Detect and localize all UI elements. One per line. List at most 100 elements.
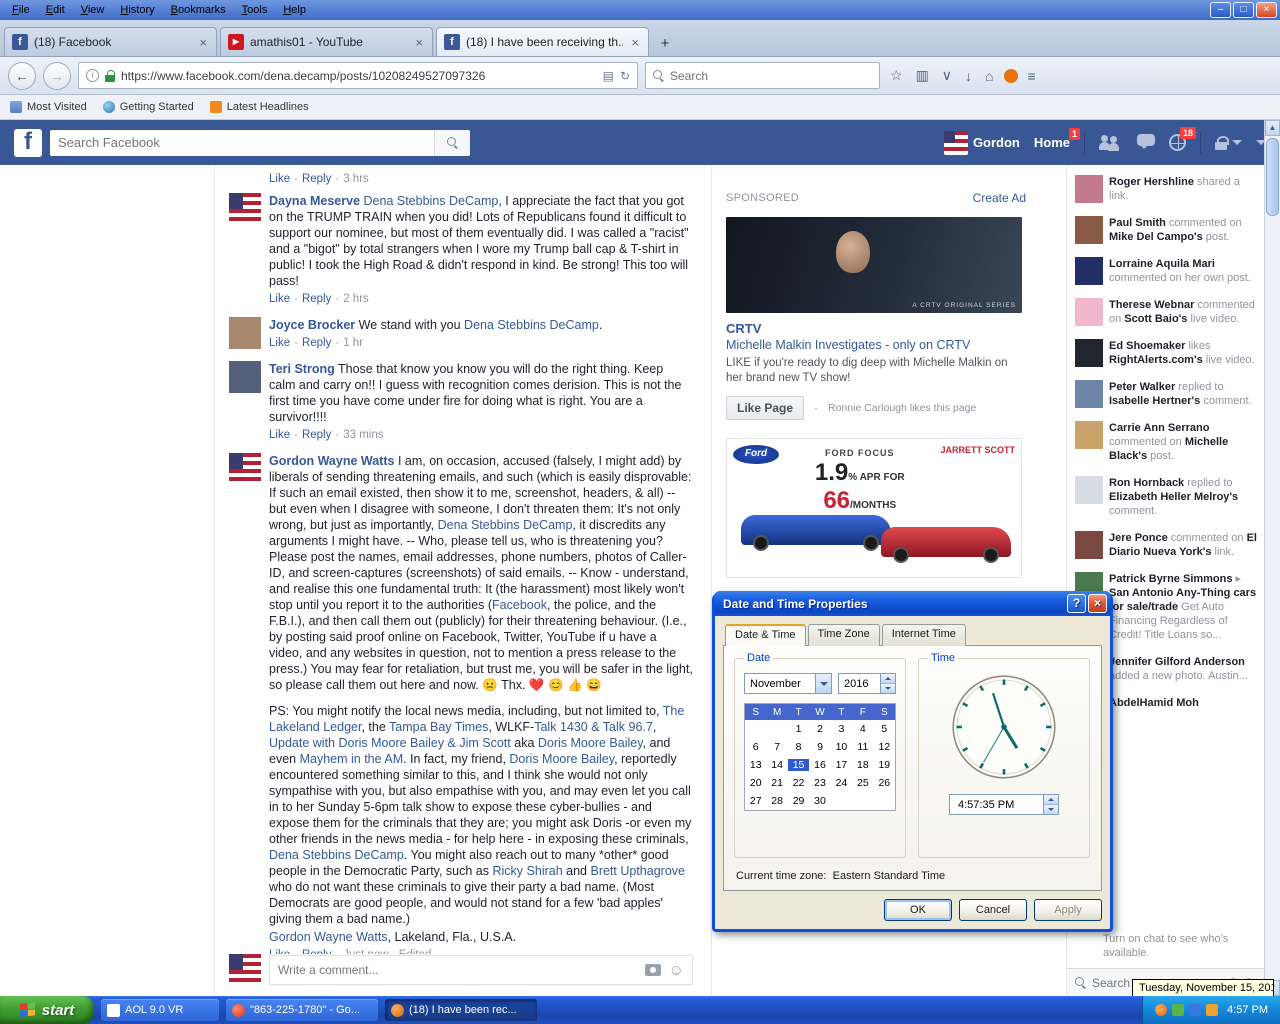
calendar-day[interactable]: 20 — [745, 777, 766, 789]
apply-button[interactable]: Apply — [1034, 899, 1102, 921]
restore-button[interactable]: □ — [1233, 2, 1254, 18]
ticker-object[interactable]: Elizabeth Heller Melroy's — [1109, 491, 1238, 503]
minimize-button[interactable]: – — [1210, 2, 1231, 18]
ticker-actor[interactable]: Paul Smith — [1109, 217, 1166, 229]
calendar-day[interactable]: 2 — [809, 723, 830, 735]
facebook-search-bar[interactable] — [50, 130, 470, 156]
month-dropdown-icon[interactable] — [815, 674, 831, 693]
ticker-item[interactable]: Carrie Ann Serrano commented on Michelle… — [1075, 421, 1258, 463]
ticker-actor[interactable]: Jere Ponce — [1109, 532, 1168, 544]
calendar-day[interactable]: 6 — [745, 741, 766, 753]
ticker-actor[interactable]: Jennifer Gilford Anderson — [1109, 656, 1245, 668]
hamburger-menu-icon[interactable]: ≡ — [1025, 68, 1039, 84]
calendar-day[interactable]: 21 — [766, 777, 787, 789]
addon-icon[interactable] — [1004, 69, 1018, 83]
time-up-button[interactable] — [1044, 795, 1058, 804]
ticker-object[interactable]: Mike Del Campo's — [1109, 231, 1203, 243]
write-comment-box[interactable]: ☺ — [269, 955, 693, 985]
avatar[interactable] — [229, 361, 261, 393]
firefox-tray-icon[interactable] — [1155, 1004, 1167, 1016]
url-text[interactable]: https://www.facebook.com/dena.decamp/pos… — [121, 69, 597, 83]
reply-link[interactable]: Reply — [302, 173, 331, 185]
mention-link[interactable]: Mayhem in the AM — [300, 752, 404, 766]
calendar-day[interactable]: 24 — [831, 777, 852, 789]
calendar-day[interactable]: 25 — [852, 777, 873, 789]
comment-author[interactable]: Joyce Brocker — [269, 318, 355, 332]
camera-icon[interactable] — [645, 964, 661, 976]
start-button[interactable]: start — [0, 996, 94, 1024]
like-link[interactable]: Like — [269, 337, 290, 349]
mention-link[interactable]: Talk 1430 & Talk 96.7 — [534, 720, 653, 734]
ticker-item[interactable]: Therese Webnar commented on Scott Baio's… — [1075, 298, 1258, 326]
messages-button[interactable] — [1137, 134, 1155, 151]
privacy-shortcuts-button[interactable] — [1215, 135, 1242, 150]
tab-time-zone[interactable]: Time Zone — [808, 624, 880, 646]
menu-file[interactable]: File — [4, 2, 38, 18]
taskbar-item-google-search[interactable]: "863-225-1780" - Go... — [226, 999, 378, 1021]
tab-close-icon[interactable]: × — [413, 35, 425, 50]
calendar-day[interactable]: 10 — [831, 741, 852, 753]
ticker-object[interactable]: RightAlerts.com's — [1109, 354, 1203, 366]
profile-shortcut[interactable]: Gordon — [944, 131, 1020, 155]
ad-image[interactable]: Ford FORD FOCUS 1.9% APR FOR 66/MONTHS J… — [726, 438, 1022, 578]
mention-link[interactable]: Ricky Shirah — [493, 864, 563, 878]
ticker-actor[interactable]: AbdelHamid Moh — [1109, 697, 1199, 709]
year-down-button[interactable] — [881, 683, 895, 693]
year-spinner[interactable]: 2016 — [838, 673, 896, 694]
like-link[interactable]: Like — [269, 293, 290, 305]
menu-view[interactable]: View — [73, 2, 113, 18]
smiley-icon[interactable]: ☺ — [669, 962, 684, 979]
calendar-day[interactable]: 14 — [766, 759, 787, 771]
ticker-actor[interactable]: Therese Webnar — [1109, 299, 1194, 311]
pocket-icon[interactable]: ∨ — [939, 67, 955, 84]
forward-button[interactable]: → — [43, 62, 71, 90]
facebook-search-button[interactable] — [434, 130, 470, 156]
url-bar[interactable]: i https://www.facebook.com/dena.decamp/p… — [78, 62, 638, 89]
like-link[interactable]: Like — [269, 173, 290, 185]
avatar[interactable] — [229, 193, 261, 225]
bookmark-most-visited[interactable]: Most Visited — [10, 101, 87, 113]
bookmark-getting-started[interactable]: Getting Started — [103, 101, 194, 113]
ticker-actor[interactable]: Carrie Ann Serrano — [1109, 422, 1209, 434]
comment-author[interactable]: Teri Strong — [269, 362, 335, 376]
dialog-close-button[interactable]: × — [1088, 594, 1107, 613]
tab-facebook[interactable]: f (18) Facebook × — [4, 27, 217, 56]
taskbar-item-aol[interactable]: AOL 9.0 VR — [101, 999, 219, 1021]
avatar[interactable] — [229, 317, 261, 349]
bookmark-star-icon[interactable]: ☆ — [887, 67, 906, 84]
calendar-day[interactable]: 8 — [788, 741, 809, 753]
reply-link[interactable]: Reply — [302, 293, 331, 305]
help-button[interactable]: ? — [1067, 594, 1086, 613]
library-icon[interactable]: ▥ — [913, 67, 932, 84]
year-up-button[interactable] — [881, 674, 895, 683]
calendar-day[interactable]: 27 — [745, 795, 766, 807]
time-field[interactable]: 4:57:35 PM — [949, 794, 1059, 815]
mention-link[interactable]: Gordon Wayne Watts — [269, 930, 388, 944]
ad-title-link[interactable]: Michelle Malkin Investigates - only on C… — [726, 338, 1026, 352]
tab-close-icon[interactable]: × — [197, 35, 209, 50]
calendar-day[interactable]: 26 — [874, 777, 895, 789]
calendar-day[interactable]: 30 — [809, 795, 830, 807]
page-info-icon[interactable]: i — [86, 69, 99, 82]
menu-edit[interactable]: Edit — [38, 2, 73, 18]
ticker-actor[interactable]: Ed Shoemaker — [1109, 340, 1185, 352]
tab-facebook-post-active[interactable]: f (18) I have been receiving th... × — [436, 27, 649, 56]
dialog-title-bar[interactable]: Date and Time Properties ? × — [714, 591, 1111, 616]
mention-link[interactable]: Tampa Bay Times — [389, 720, 488, 734]
calendar-day[interactable]: 12 — [874, 741, 895, 753]
browser-search-field[interactable] — [645, 62, 880, 89]
write-comment-input[interactable] — [278, 963, 637, 977]
new-tab-button[interactable]: + — [652, 32, 678, 56]
cancel-button[interactable]: Cancel — [959, 899, 1027, 921]
bookmark-latest-headlines[interactable]: Latest Headlines — [210, 101, 309, 113]
mention-link[interactable]: Doris Moore Bailey — [538, 736, 643, 750]
facebook-logo[interactable]: f — [14, 129, 42, 157]
time-down-button[interactable] — [1044, 804, 1058, 814]
mention-link[interactable]: Facebook — [492, 598, 547, 612]
mention-link[interactable]: Dena Stebbins DeCamp — [364, 194, 499, 208]
calendar-day[interactable]: 28 — [766, 795, 787, 807]
notifications-button[interactable]: 18 — [1169, 134, 1186, 151]
reply-link[interactable]: Reply — [302, 337, 331, 349]
https-padlock-icon[interactable] — [105, 70, 115, 82]
messenger-tray-icon[interactable] — [1206, 1004, 1218, 1016]
